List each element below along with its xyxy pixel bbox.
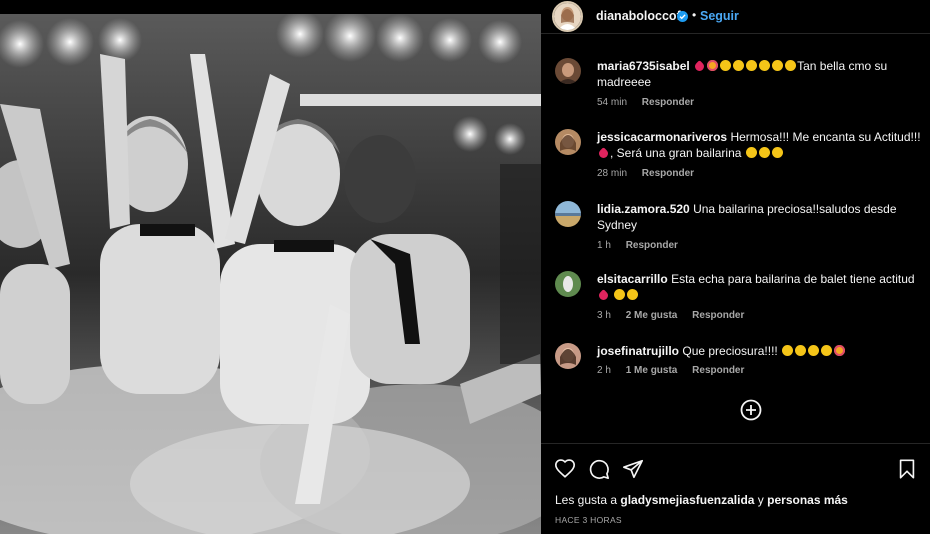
comment-text: josefinatrujillo Que preciosura!!!! <box>597 343 922 359</box>
clap-emoji-icon <box>782 345 794 356</box>
likes-summary: Les gusta a gladysmejiasfuenzalida y per… <box>555 493 848 507</box>
comment-text: maria6735isabel Tan bella cmo su madreee… <box>597 58 922 90</box>
clap-emoji-icon <box>627 289 639 300</box>
clap-emoji-icon <box>795 345 807 356</box>
comment-meta: 28 min Responder <box>597 168 706 179</box>
author-username[interactable]: dianaboloccof <box>596 9 681 23</box>
comment-username[interactable]: maria6735isabel <box>597 59 690 73</box>
load-more-comments-icon[interactable] <box>740 399 762 421</box>
comment-time: 2 h <box>597 365 611 376</box>
heart-icon[interactable] <box>554 458 576 480</box>
likes-connector: y <box>757 493 764 507</box>
comment-body-text: Esta echa para bailarina de balet tiene … <box>671 272 915 286</box>
comment-likes-button[interactable]: 2 Me gusta <box>626 310 678 321</box>
comment-meta: 1 h Responder <box>597 240 690 251</box>
comment-text: lidia.zamora.520 Una bailarina preciosa!… <box>597 201 922 233</box>
likes-user-link[interactable]: gladysmejiasfuenzalida <box>620 493 754 507</box>
heart-emoji-icon <box>693 60 706 73</box>
comment-time: 1 h <box>597 240 611 251</box>
reply-button[interactable]: Responder <box>642 168 694 179</box>
clap-emoji-icon <box>821 345 833 356</box>
bookmark-icon[interactable] <box>896 458 918 480</box>
comment-meta: 2 h 1 Me gusta Responder <box>597 365 756 376</box>
clap-emoji-icon <box>771 147 783 158</box>
comment-text: jessicacarmonariveros Hermosa!!! Me enca… <box>597 129 922 161</box>
clap-emoji-icon <box>614 289 626 300</box>
clap-emoji-icon <box>746 60 758 71</box>
comment-text: elsitacarrillo Esta echa para bailarina … <box>597 271 922 303</box>
comment-username[interactable]: elsitacarrillo <box>597 272 668 286</box>
likes-others-link[interactable]: personas más <box>767 493 848 507</box>
clap-emoji-icon <box>733 60 745 71</box>
clap-emoji-icon <box>758 147 770 158</box>
follow-button[interactable]: Seguir <box>700 9 739 23</box>
comment-meta: 54 min Responder <box>597 97 706 108</box>
comment-icon[interactable] <box>588 458 610 480</box>
share-icon[interactable] <box>622 458 644 480</box>
comment-username[interactable]: josefinatrujillo <box>597 344 679 358</box>
clap-emoji-icon <box>785 60 797 71</box>
post-timestamp: HACE 3 HORAS <box>555 515 622 525</box>
clap-emoji-icon <box>720 60 732 71</box>
comment-username[interactable]: lidia.zamora.520 <box>597 202 690 216</box>
reply-button[interactable]: Responder <box>692 310 744 321</box>
reply-button[interactable]: Responder <box>626 240 678 251</box>
verified-badge-icon <box>677 11 688 22</box>
post-side-panel: dianaboloccof • Seguir maria6735isabel T… <box>541 0 930 534</box>
commenter-avatar[interactable] <box>555 201 581 227</box>
comment-body-text: Que preciosura!!!! <box>682 344 778 358</box>
comment-body-text: Hermosa!!! Me encanta su Actitud!!! <box>730 130 921 144</box>
commenter-avatar[interactable] <box>555 58 581 84</box>
clap-emoji-icon <box>808 345 820 356</box>
comment-time: 28 min <box>597 168 628 179</box>
post-image-graphic <box>0 14 541 534</box>
comment-time: 3 h <box>597 310 611 321</box>
clap-emoji-icon <box>772 60 784 71</box>
comment-meta: 3 h 2 Me gusta Responder <box>597 310 756 321</box>
likes-prefix: Les gusta a <box>555 493 618 507</box>
reply-button[interactable]: Responder <box>642 97 694 108</box>
comment-likes-button[interactable]: 1 Me gusta <box>626 365 678 376</box>
comment-body-text-2: , Será una gran bailarina <box>610 146 742 160</box>
heart-emoji-icon <box>597 147 610 160</box>
post-header: dianaboloccof • Seguir <box>541 0 930 34</box>
commenter-avatar[interactable] <box>555 271 581 297</box>
author-avatar[interactable] <box>552 1 583 32</box>
star-struck-emoji-icon <box>834 345 846 356</box>
comment-time: 54 min <box>597 97 628 108</box>
reply-button[interactable]: Responder <box>692 365 744 376</box>
clap-emoji-icon <box>759 60 771 71</box>
post-actions-bar: Les gusta a gladysmejiasfuenzalida y per… <box>541 443 930 534</box>
commenter-avatar[interactable] <box>555 343 581 369</box>
heart-emoji-icon <box>597 289 610 302</box>
header-separator: • <box>692 8 697 22</box>
clap-emoji-icon <box>745 147 757 158</box>
comment-username[interactable]: jessicacarmonariveros <box>597 130 727 144</box>
commenter-avatar[interactable] <box>555 129 581 155</box>
post-image[interactable] <box>0 14 541 534</box>
star-struck-emoji-icon <box>707 60 719 71</box>
